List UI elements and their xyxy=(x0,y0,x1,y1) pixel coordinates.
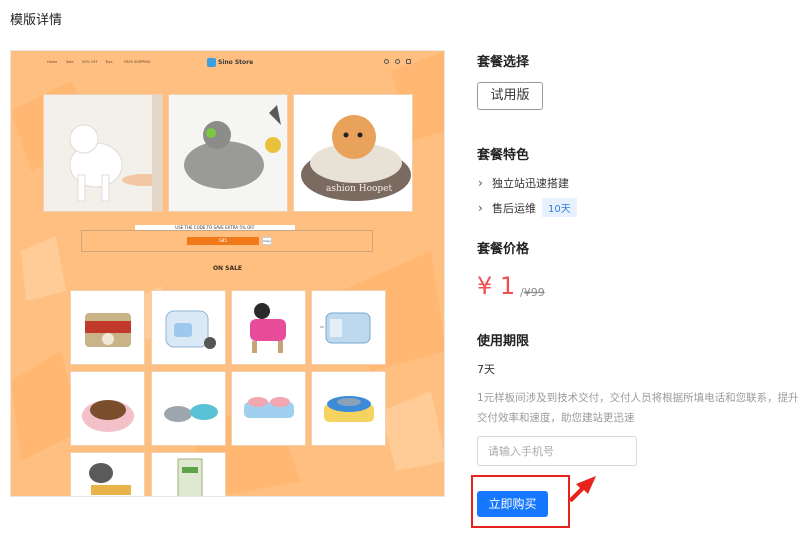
product-thumb-cat-scratcher xyxy=(70,452,145,496)
product-thumb-pug-shirt xyxy=(231,290,306,365)
preview-nav-item: Toys xyxy=(105,60,113,64)
feature-text: 独立站迅速搭建 xyxy=(492,177,569,190)
hero-image-pet-bed: ashion Hoopet xyxy=(293,94,413,212)
preview-nav-item: Sale xyxy=(66,60,74,64)
preview-navbar: Home Sale 50% OFF Toys FREE SHIPPING Sin… xyxy=(11,51,444,75)
page-title: 模版详情 xyxy=(10,13,63,28)
svg-text:ashion Hoopet: ashion Hoopet xyxy=(326,184,393,194)
trial-version-option[interactable]: 试用版 xyxy=(477,82,543,110)
template-detail-page: 模版详情 Home Sale 50% OFF Toys FREE SHIPPIN… xyxy=(0,0,804,537)
hero-image-cat xyxy=(168,94,288,212)
preview-nav-item: Home xyxy=(47,60,58,64)
product-thumb-litter-box xyxy=(151,290,226,365)
hero-image-dog xyxy=(43,94,163,212)
usage-period-value: 7天 xyxy=(477,363,495,376)
preview-code-box: SB5 Copy xyxy=(81,230,373,252)
preview-cart-icon xyxy=(406,59,411,64)
product-thumb-cat-food xyxy=(70,290,145,365)
product-thumb-double-bowl xyxy=(151,371,226,446)
feature-item: › 售后运维 10天 xyxy=(478,198,577,217)
product-thumb-feeder xyxy=(231,371,306,446)
preview-section-title: ON SALE xyxy=(212,265,243,272)
usage-period-label: 使用期限 xyxy=(477,334,530,349)
current-price: ¥ 1 xyxy=(477,272,516,300)
delivery-note: 1元样板间涉及到技术交付，交付人员将根据所填电话和您联系，提升交付效率和速度，助… xyxy=(477,392,799,424)
package-features-label: 套餐特色 xyxy=(477,148,530,163)
buy-now-button[interactable]: 立即购买 xyxy=(477,491,548,517)
chevron-right-icon: › xyxy=(478,200,483,215)
original-price: /¥99 xyxy=(520,286,545,299)
package-select-label: 套餐选择 xyxy=(477,55,530,70)
duration-badge: 10天 xyxy=(542,198,577,217)
product-thumb-stand-bowl xyxy=(311,371,386,446)
preview-nav-item: FREE SHIPPING xyxy=(124,60,151,64)
product-thumb-food-bag xyxy=(151,452,226,496)
preview-copy-button: Copy xyxy=(262,237,272,245)
preview-logo-icon xyxy=(207,58,216,67)
product-thumb-pink-bowl xyxy=(70,371,145,446)
feature-item: › 独立站迅速搭建 xyxy=(478,175,569,191)
preview-logo: Sino Store xyxy=(218,59,254,66)
original-price-value: ¥99 xyxy=(523,286,545,299)
preview-coupon-code: SB5 xyxy=(187,237,259,245)
preview-account-icon xyxy=(395,59,400,64)
chevron-right-icon: › xyxy=(478,176,483,190)
product-thumb-pet-carrier xyxy=(311,290,386,365)
feature-text: 售后运维 xyxy=(492,201,536,215)
annotation-arrow-icon xyxy=(568,476,596,502)
phone-input[interactable] xyxy=(477,436,637,466)
preview-nav-item: 50% OFF xyxy=(82,60,98,64)
package-price-label: 套餐价格 xyxy=(477,242,530,257)
preview-search-icon xyxy=(384,59,389,64)
store-preview: Home Sale 50% OFF Toys FREE SHIPPING Sin… xyxy=(10,50,445,497)
